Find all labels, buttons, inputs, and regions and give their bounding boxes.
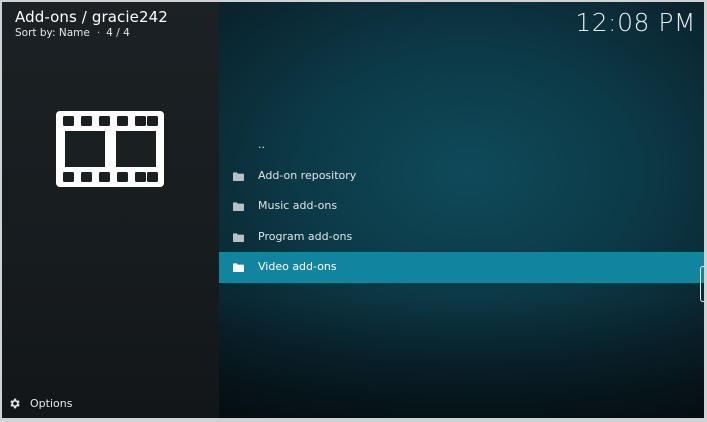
folder-icon bbox=[233, 263, 244, 272]
addon-list: .. Add-on repository Music add-ons Progr… bbox=[219, 130, 704, 283]
list-item-music-addons[interactable]: Music add-ons bbox=[219, 191, 704, 222]
list-item-label: Music add-ons bbox=[258, 199, 338, 212]
gear-icon bbox=[10, 398, 20, 409]
sort-info: Sort by: Name · 4 / 4 bbox=[15, 27, 130, 39]
folder-icon bbox=[233, 202, 244, 211]
list-item-label: Video add-ons bbox=[258, 260, 337, 273]
sort-label[interactable]: Sort by: Name bbox=[15, 27, 90, 39]
page-title: Add-ons / gracie242 bbox=[15, 8, 168, 26]
list-item-video-addons[interactable]: Video add-ons bbox=[219, 252, 704, 283]
list-item-label: .. bbox=[258, 138, 265, 151]
clock: 12:08 PM bbox=[575, 8, 696, 37]
separator-dot: · bbox=[96, 27, 101, 39]
list-item-label: Program add-ons bbox=[258, 229, 353, 243]
left-panel: Add-ons / gracie242 Sort by: Name · 4 / 4 bbox=[2, 2, 219, 418]
folder-icon bbox=[233, 232, 244, 242]
options-button[interactable]: Options bbox=[8, 397, 72, 410]
kodi-window: Add-ons / gracie242 Sort by: Name · 4 / 4 bbox=[2, 2, 704, 418]
list-item-label: Add-on repository bbox=[258, 168, 357, 182]
list-item-parent[interactable]: .. bbox=[219, 130, 704, 161]
options-label: Options bbox=[30, 397, 73, 410]
folder-icon bbox=[233, 171, 244, 181]
item-position: 4 / 4 bbox=[106, 27, 130, 39]
scrollbar-handle[interactable] bbox=[700, 266, 704, 302]
list-item-addon-repository[interactable]: Add-on repository bbox=[219, 161, 704, 192]
list-item-program-addons[interactable]: Program add-ons bbox=[219, 222, 704, 253]
film-strip-icon bbox=[56, 111, 164, 187]
